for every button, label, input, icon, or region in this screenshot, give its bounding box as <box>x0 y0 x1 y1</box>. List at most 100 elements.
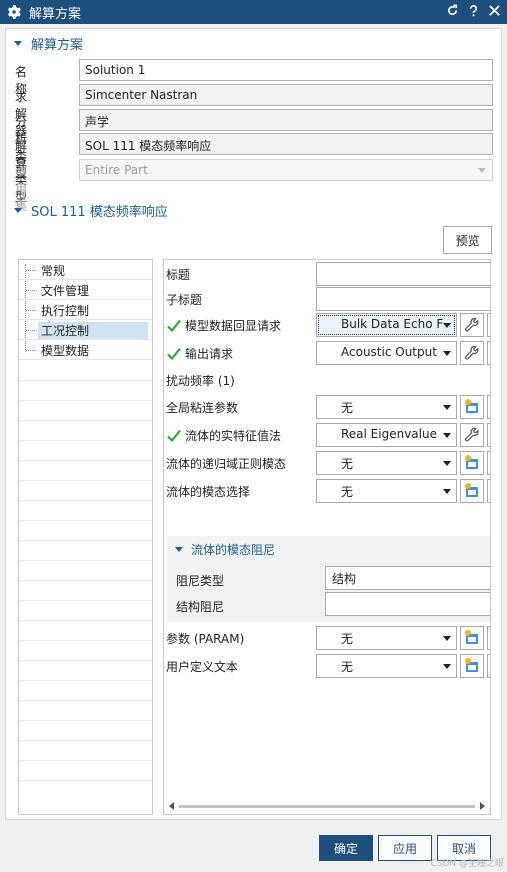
tree-empty-row <box>19 680 152 681</box>
subtitle-label: 子标题 <box>166 293 203 307</box>
fluid-recursive-create-button[interactable] <box>460 451 484 475</box>
global-viscous-create-button[interactable] <box>460 395 484 419</box>
row-fluid-recursive: 流体的递归域正则模态 无 <box>164 450 490 476</box>
help-icon[interactable] <box>467 4 480 17</box>
param-create-button[interactable] <box>460 626 484 650</box>
fluid-eigen-label: 流体的实特征值法 <box>166 427 281 444</box>
fluid-damping-group: 流体的模态阻尼 阻尼类型 结构 结构阻尼 <box>167 536 490 622</box>
tree-connector-dot <box>26 350 35 351</box>
user-text-extra-button[interactable] <box>487 654 490 678</box>
user-text-create-button[interactable] <box>460 654 484 678</box>
model-echo-label-text: 模型数据回显请求 <box>185 319 282 333</box>
new-object-icon <box>465 399 478 413</box>
title-label: 标题 <box>166 268 191 282</box>
reference-set-select: Entire Part <box>79 159 493 181</box>
tree-connector-dot <box>26 290 35 291</box>
tree-empty-row <box>19 780 152 781</box>
checkmark-icon <box>167 347 181 360</box>
new-object-icon <box>465 658 478 672</box>
row-global-viscous: 全局粘连参数 无 <box>164 394 490 420</box>
tree-empty-row <box>19 520 152 521</box>
checkmark-icon <box>167 429 181 442</box>
section-solution-header[interactable]: 解算方案 <box>14 34 83 53</box>
excitation-freq-label: 扰动频率 (1) <box>166 374 235 388</box>
apply-button[interactable]: 应用 <box>378 835 432 861</box>
fluid-damping-header[interactable]: 流体的模态阻尼 <box>175 541 275 558</box>
fluid-recursive-extra-button[interactable] <box>487 451 490 475</box>
wrench-icon <box>465 317 479 332</box>
scroll-right-icon[interactable] <box>480 802 485 810</box>
structural-damping-label: 结构阻尼 <box>176 600 225 614</box>
fluid-eigen-edit-button[interactable] <box>460 423 484 447</box>
fluid-mode-select-extra-button[interactable] <box>487 479 490 503</box>
output-request-label-text: 输出请求 <box>185 347 234 361</box>
tree-item-model-data[interactable]: 模型数据 <box>19 340 152 360</box>
tree-empty-row <box>19 660 152 661</box>
close-icon[interactable] <box>488 4 501 17</box>
output-request-select[interactable]: Acoustic Output <box>316 341 457 365</box>
param-extra-button[interactable] <box>487 626 490 650</box>
chevron-down-icon <box>443 636 451 641</box>
preview-button[interactable]: 预览 <box>443 226 492 254</box>
global-viscous-extra-button[interactable] <box>487 395 490 419</box>
tree-empty-row <box>19 560 152 561</box>
tree-item-case-control[interactable]: 工况控制 <box>19 320 152 340</box>
title-input[interactable] <box>316 262 490 286</box>
row-param: 参数 (PARAM) 无 <box>164 625 490 651</box>
scroll-left-icon[interactable] <box>169 802 174 810</box>
fluid-eigen-label-text: 流体的实特征值法 <box>185 429 282 443</box>
tree-item-label: 模型数据 <box>41 344 90 358</box>
solver-field: Simcenter Nastran <box>79 84 493 106</box>
fluid-recursive-label: 流体的递归域正则模态 <box>166 457 287 471</box>
structural-damping-input[interactable] <box>325 592 490 616</box>
tree-empty-row <box>19 460 152 461</box>
model-echo-extra-button[interactable] <box>487 313 490 337</box>
fluid-eigen-select[interactable]: Real Eigenvalue <box>316 423 457 447</box>
output-request-edit-button[interactable] <box>460 341 484 365</box>
tree-empty-row <box>19 700 152 701</box>
ok-button[interactable]: 确定 <box>319 835 373 861</box>
row-fluid-mode-select: 流体的模态选择 无 <box>164 478 490 504</box>
user-text-value: 无 <box>341 660 354 674</box>
fluid-mode-select-select[interactable]: 无 <box>316 479 457 503</box>
wrench-icon <box>465 427 479 442</box>
chevron-down-icon <box>443 461 451 466</box>
tree-empty-row <box>19 740 152 741</box>
tree-connector-dot <box>26 330 35 331</box>
output-request-extra-button[interactable] <box>487 341 490 365</box>
scroll-thumb[interactable] <box>179 805 475 808</box>
section-sol-header[interactable]: SOL 111 模态频率响应 <box>14 201 168 220</box>
tree-item-executive-control[interactable]: 执行控制 <box>19 300 152 320</box>
param-select[interactable]: 无 <box>316 626 457 650</box>
model-echo-edit-button[interactable] <box>460 313 484 337</box>
tree-item-general[interactable]: 常规 <box>19 260 152 280</box>
model-echo-select[interactable]: Bulk Data Echo F <box>316 313 457 337</box>
fluid-recursive-select[interactable]: 无 <box>316 451 457 475</box>
chevron-down-icon <box>443 351 451 356</box>
tree-item-file-management[interactable]: 文件管理 <box>19 280 152 300</box>
global-viscous-select[interactable]: 无 <box>316 395 457 419</box>
new-object-icon <box>465 483 478 497</box>
tree-empty-row <box>19 500 152 501</box>
user-text-select[interactable]: 无 <box>316 654 457 678</box>
new-object-icon <box>465 630 478 644</box>
solution-type-field: SOL 111 模态频率响应 <box>79 133 493 155</box>
fluid-mode-select-create-button[interactable] <box>460 479 484 503</box>
name-input[interactable]: Solution 1 <box>79 59 493 81</box>
subtitle-input[interactable] <box>316 287 490 311</box>
fluid-eigen-extra-button[interactable] <box>487 423 490 447</box>
collapse-triangle-icon <box>175 547 183 552</box>
horizontal-scrollbar[interactable] <box>164 798 490 814</box>
chevron-down-icon <box>443 489 451 494</box>
tree-empty-row <box>19 580 152 581</box>
checkmark-icon <box>167 319 181 332</box>
param-label: 参数 (PARAM) <box>166 632 245 646</box>
chevron-down-icon <box>478 168 486 173</box>
param-value: 无 <box>341 632 354 646</box>
damping-type-field[interactable]: 结构 <box>325 566 490 590</box>
tree-empty-row <box>19 440 152 441</box>
fluid-damping-title: 流体的模态阻尼 <box>191 543 276 557</box>
model-echo-label: 模型数据回显请求 <box>166 317 281 334</box>
reset-icon[interactable] <box>446 4 459 17</box>
chevron-down-icon <box>443 405 451 410</box>
